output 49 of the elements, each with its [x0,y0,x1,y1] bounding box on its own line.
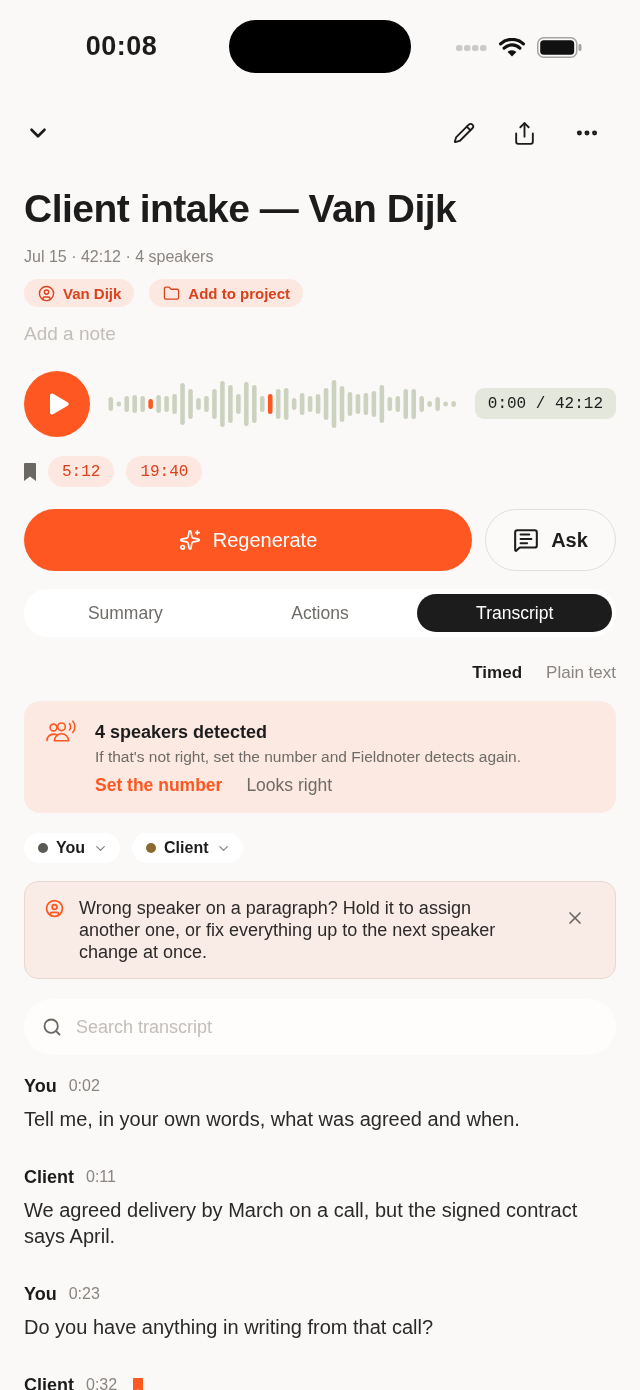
regenerate-button[interactable]: Regenerate [24,509,472,571]
folder-icon [163,284,181,302]
bookmark-icon [24,462,36,481]
person-circle-icon [38,284,55,302]
tip-message: Wrong speaker on a paragraph? Hold it to assign another one, or fix everything up to the next speaker change at once. [79,897,497,963]
pencil-icon[interactable] [453,122,475,144]
playback-time: 0:00 / 42:12 [474,388,616,419]
person-circle-icon [45,899,64,918]
status-time: 00:08 [84,31,158,62]
wifi-icon [498,38,525,57]
ask-button[interactable]: Ask [485,509,616,571]
transcript-text: Tell me, in your own words, what was agreed and when. [24,1107,521,1132]
tab[interactable]: Actions [222,594,418,632]
timestamp: 0:32 [86,1376,118,1390]
timestamp: 0:11 [86,1168,116,1186]
share-icon[interactable] [512,120,537,146]
speaker-filter[interactable]: You [24,833,121,863]
transcript-text: Do you have anything in writing from that call? [24,1315,435,1340]
speaker-name: Client [24,1166,74,1188]
speaker-name: You [24,1075,57,1097]
tab[interactable]: Transcript [417,594,612,632]
signal-icon [455,44,487,51]
tab[interactable]: Summary [28,594,223,632]
speaker-name: You [24,1283,57,1305]
speaker-name: Client [24,1374,74,1390]
transcript-text: We agreed delivery by March on a call, but the signed contract says April. [24,1198,579,1249]
chat-icon [513,527,540,553]
notice-link[interactable]: Looks right [246,773,332,797]
notice-title: 4 speakers detected [95,721,269,744]
view-toggle[interactable]: Plain text [546,662,616,684]
bookmark-chip[interactable]: 5:12 [48,456,115,487]
sparkle-icon [178,529,201,551]
search-field[interactable]: Search transcript [24,999,616,1055]
search-icon [42,1017,62,1037]
timestamp: 0:23 [68,1285,100,1303]
view-toggle[interactable]: Timed [472,662,523,684]
recording-meta: Jul 15 · 42:12 · 4 speakers [24,247,215,267]
timestamp: 0:02 [68,1077,100,1095]
battery-icon [536,37,582,58]
speaker-filter[interactable]: Client [132,833,244,863]
bookmark-chip[interactable]: 19:40 [126,456,203,487]
tag-chip[interactable]: Van Dijk [24,279,135,307]
recording-title: Client intake — Van Dijk [24,186,458,232]
tag-chip[interactable]: Add to project [149,279,304,307]
play-icon [49,392,69,415]
note-field[interactable]: Add a note [24,322,616,346]
people-sound-icon [46,720,78,742]
notice-link[interactable]: Set the number [95,773,223,797]
notice-message: If that's not right, set the number and Fieldnoter detects again. [95,747,522,767]
